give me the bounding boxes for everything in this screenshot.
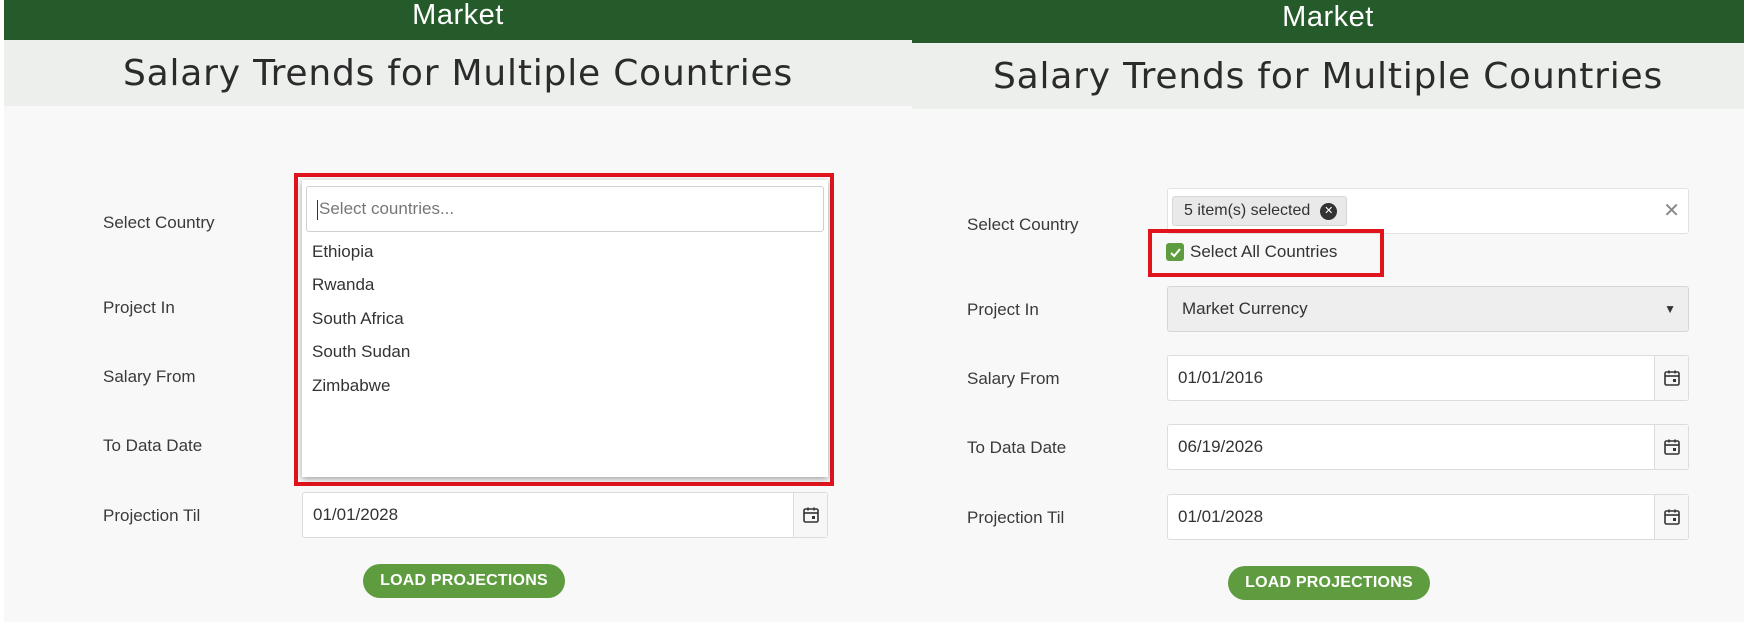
country-option[interactable]: Zimbabwe bbox=[312, 376, 390, 396]
country-multiselect[interactable]: 5 item(s) selected ✕ ✕ bbox=[1167, 188, 1689, 234]
to-data-date-label: To Data Date bbox=[967, 438, 1067, 457]
projection-til-field[interactable]: 01/01/2028 bbox=[1167, 494, 1689, 540]
app-header: Market bbox=[4, 0, 912, 40]
country-dropdown: Select countries... Ethiopia Rwanda Sout… bbox=[302, 180, 828, 477]
left-panel: Market Salary Trends for Multiple Countr… bbox=[4, 0, 912, 622]
to-data-date-label: To Data Date bbox=[103, 436, 203, 455]
projection-til-label: Projection Til bbox=[967, 508, 1065, 527]
select-country-label: Select Country bbox=[967, 215, 1079, 234]
salary-from-label: Salary From bbox=[967, 369, 1060, 388]
salary-from-field[interactable]: 01/01/2016 bbox=[1167, 355, 1689, 401]
selected-count-chip: 5 item(s) selected ✕ bbox=[1172, 196, 1348, 226]
page-title: Salary Trends for Multiple Countries bbox=[912, 43, 1744, 109]
calendar-icon[interactable] bbox=[1654, 495, 1688, 539]
projection-til-label: Projection Til bbox=[103, 506, 201, 525]
load-projections-button[interactable]: LOAD PROJECTIONS bbox=[1228, 566, 1430, 600]
to-data-date-field[interactable]: 06/19/2026 bbox=[1167, 424, 1689, 470]
calendar-icon[interactable] bbox=[1654, 425, 1688, 469]
calendar-icon[interactable] bbox=[1654, 356, 1688, 400]
checkbox-checked-icon[interactable] bbox=[1166, 243, 1184, 261]
country-option[interactable]: South Africa bbox=[312, 309, 404, 329]
calendar-icon[interactable] bbox=[793, 493, 827, 537]
projection-til-field[interactable]: 01/01/2028 bbox=[302, 492, 828, 538]
country-option[interactable]: Ethiopia bbox=[312, 242, 373, 262]
app-header: Market bbox=[912, 0, 1744, 43]
clear-icon[interactable]: ✕ bbox=[1663, 189, 1680, 233]
country-option[interactable]: Rwanda bbox=[312, 275, 374, 295]
dropdown-caret-icon: ▼ bbox=[1664, 302, 1676, 316]
country-option[interactable]: South Sudan bbox=[312, 342, 410, 362]
project-in-label: Project In bbox=[967, 300, 1039, 319]
select-country-label: Select Country bbox=[103, 213, 215, 232]
select-all-checkbox[interactable]: Select All Countries bbox=[1166, 242, 1337, 262]
country-search-input[interactable]: Select countries... bbox=[306, 186, 824, 232]
project-in-label: Project In bbox=[103, 298, 175, 317]
load-projections-button[interactable]: LOAD PROJECTIONS bbox=[363, 564, 565, 598]
right-panel: Market Salary Trends for Multiple Countr… bbox=[912, 0, 1744, 622]
page-title: Salary Trends for Multiple Countries bbox=[4, 40, 912, 106]
select-all-label: Select All Countries bbox=[1190, 242, 1338, 261]
chip-remove-icon[interactable]: ✕ bbox=[1320, 203, 1338, 220]
project-in-select[interactable]: Market Currency ▼ bbox=[1167, 286, 1689, 332]
salary-from-label: Salary From bbox=[103, 367, 196, 386]
